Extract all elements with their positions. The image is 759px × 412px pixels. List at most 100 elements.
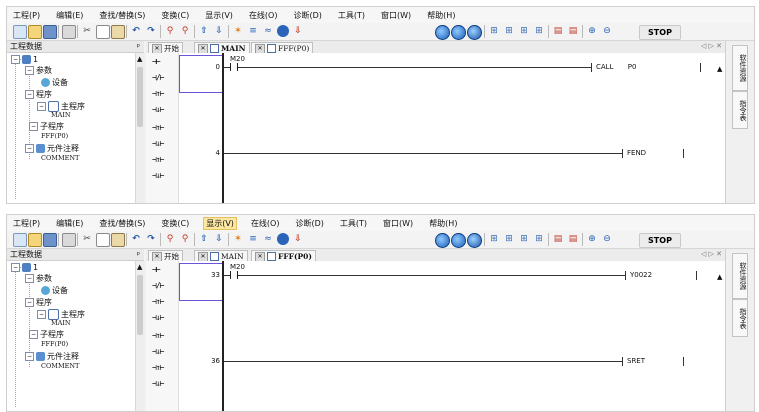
menu-window[interactable]: 窗口(W) — [381, 218, 415, 229]
collapse-icon[interactable]: − — [37, 102, 46, 111]
palette-rising-edge[interactable]: ⊣↑⊢ — [152, 297, 164, 306]
monitor-icon[interactable]: ✶ — [232, 233, 244, 245]
no-contact[interactable] — [230, 63, 238, 71]
menu-convert[interactable]: 变换(C) — [159, 10, 191, 21]
copy-icon[interactable] — [96, 25, 110, 39]
ladder-editor[interactable]: ⊣⊢ ⊣/⊢ ⊣↑⊢ ⊣↓⊢ ⊣↑⊢ ⊣↓⊢ ⊣↑⊢ ⊣↓⊢ 33 M20 Y0… — [146, 261, 726, 411]
plc-write-icon[interactable]: ▤ — [567, 233, 579, 245]
compare-icon[interactable]: ≡ — [247, 233, 259, 245]
tab-instruction-list[interactable]: 指令表 — [732, 91, 748, 129]
tree-comment[interactable]: COMMENT — [41, 362, 79, 370]
write-plc-icon[interactable]: ⇩ — [292, 233, 304, 245]
menu-edit[interactable]: 编辑(E) — [54, 10, 85, 21]
menu-tools[interactable]: 工具(T) — [336, 10, 367, 21]
ladder-compile-icon[interactable]: ⊞ — [533, 233, 545, 245]
tree-main[interactable]: MAIN — [51, 319, 71, 327]
compare-icon[interactable]: ≡ — [247, 25, 259, 37]
collapse-icon[interactable]: − — [25, 90, 34, 99]
collapse-icon[interactable]: − — [29, 122, 38, 131]
tree-sub[interactable]: FFF(P0) — [41, 340, 68, 348]
paste-icon[interactable] — [111, 25, 125, 39]
search-device-icon[interactable]: ⚲ — [164, 25, 176, 37]
monitor-icon[interactable]: ✶ — [232, 25, 244, 37]
palette-rising-ops[interactable]: ⊣↑⊢ — [152, 363, 164, 372]
close-icon[interactable]: ✕ — [198, 251, 208, 262]
menu-project[interactable]: 工程(P) — [11, 218, 42, 229]
palette-no-contact[interactable]: ⊣⊢ — [152, 265, 161, 274]
pause-icon[interactable] — [451, 25, 466, 40]
ladder-editor[interactable]: ⊣⊢ ⊣/⊢ ⊣↑⊢ ⊣↓⊢ ⊣↑⊢ ⊣↓⊢ ⊣↑⊢ ⊣↓⊢ 0 M20 CAL… — [146, 53, 726, 203]
palette-falling-parallel[interactable]: ⊣↓⊢ — [152, 139, 164, 148]
search-replace-icon[interactable]: ⚲ — [179, 233, 191, 245]
search-device-icon[interactable]: ⚲ — [164, 233, 176, 245]
ladder-edit-icon[interactable]: ⊞ — [503, 25, 515, 37]
redo-icon[interactable]: ↷ — [145, 25, 157, 37]
collapse-icon[interactable]: − — [25, 352, 34, 361]
search-replace-icon[interactable]: ⚲ — [179, 25, 191, 37]
tree-comment-group[interactable]: − 元件注释 — [25, 351, 79, 362]
palette-falling-parallel[interactable]: ⊣↓⊢ — [152, 347, 164, 356]
plc-read-icon[interactable]: ▤ — [552, 233, 564, 245]
collapse-icon[interactable]: − — [25, 274, 34, 283]
scroll-thumb[interactable] — [137, 275, 143, 335]
online-icon[interactable] — [277, 233, 289, 245]
collapse-icon[interactable]: − — [29, 330, 38, 339]
zoom-out-icon[interactable]: ⊖ — [601, 25, 613, 37]
undo-icon[interactable]: ↶ — [130, 233, 142, 245]
close-icon[interactable]: ✕ — [255, 251, 265, 262]
menu-find-replace[interactable]: 查找/替换(S) — [97, 10, 147, 21]
tree-main[interactable]: MAIN — [51, 111, 71, 119]
redo-icon[interactable]: ↷ — [145, 233, 157, 245]
ladder-view-icon[interactable]: ⊞ — [488, 233, 500, 245]
tab-software-resources[interactable]: 软件资源 — [732, 253, 748, 299]
tree-program[interactable]: − 程序 — [25, 297, 52, 308]
palette-falling-edge[interactable]: ⊣↓⊢ — [152, 105, 164, 114]
print-icon[interactable] — [62, 233, 76, 247]
tab-nav-controls[interactable]: ◁ ▷ ✕ — [701, 250, 722, 258]
ladder-compile-icon[interactable]: ⊞ — [533, 25, 545, 37]
scroll-up-icon[interactable]: ▲ — [137, 55, 142, 63]
close-icon[interactable]: ✕ — [152, 43, 162, 54]
instruction-box[interactable]: SRET — [622, 357, 684, 366]
collapse-icon[interactable]: − — [25, 66, 34, 75]
tree-comment[interactable]: COMMENT — [41, 154, 79, 162]
tree-program[interactable]: − 程序 — [25, 89, 52, 100]
palette-no-contact[interactable]: ⊣⊢ — [152, 57, 161, 66]
collapse-icon[interactable]: − — [25, 298, 34, 307]
palette-rising-edge[interactable]: ⊣↑⊢ — [152, 89, 164, 98]
comment-icon[interactable]: ≈ — [262, 25, 274, 37]
upload-icon[interactable]: ⇧ — [198, 233, 210, 245]
tree-params[interactable]: − 参数 — [25, 273, 52, 284]
tree-sub-program[interactable]: − 子程序 — [29, 121, 64, 132]
collapse-icon[interactable]: − — [25, 144, 34, 153]
paste-icon[interactable] — [111, 233, 125, 247]
instruction-box[interactable]: FEND — [622, 149, 684, 158]
output-coil[interactable]: Y0022 — [625, 271, 697, 280]
tree-sub-program[interactable]: − 子程序 — [29, 329, 64, 340]
run-icon[interactable] — [435, 233, 450, 248]
tree-sub[interactable]: FFF(P0) — [41, 132, 68, 140]
scroll-thumb[interactable] — [137, 67, 143, 127]
palette-rising-ops[interactable]: ⊣↑⊢ — [152, 155, 164, 164]
cut-icon[interactable]: ✂ — [81, 233, 93, 245]
ladder-convert-icon[interactable]: ⊞ — [518, 25, 530, 37]
menu-help[interactable]: 帮助(H) — [427, 218, 459, 229]
collapse-icon[interactable]: − — [11, 55, 20, 64]
cut-icon[interactable]: ✂ — [81, 25, 93, 37]
ladder-convert-icon[interactable]: ⊞ — [518, 233, 530, 245]
menu-project[interactable]: 工程(P) — [11, 10, 42, 21]
stop-button[interactable]: STOP — [639, 233, 681, 248]
pause-icon[interactable] — [451, 233, 466, 248]
palette-falling-edge[interactable]: ⊣↓⊢ — [152, 313, 164, 322]
ladder-scrollbar[interactable]: ▲ — [717, 65, 724, 125]
upload-icon[interactable]: ⇧ — [198, 25, 210, 37]
palette-rising-parallel[interactable]: ⊣↑⊢ — [152, 331, 164, 340]
ladder-scrollbar[interactable]: ▲ — [717, 273, 724, 333]
copy-icon[interactable] — [96, 233, 110, 247]
step-icon[interactable] — [467, 233, 482, 248]
close-icon[interactable]: ✕ — [255, 43, 265, 54]
menu-online[interactable]: 在线(O) — [247, 10, 280, 21]
new-file-icon[interactable] — [13, 233, 27, 247]
menu-edit[interactable]: 编辑(E) — [54, 218, 85, 229]
palette-nc-contact[interactable]: ⊣/⊢ — [152, 73, 164, 82]
